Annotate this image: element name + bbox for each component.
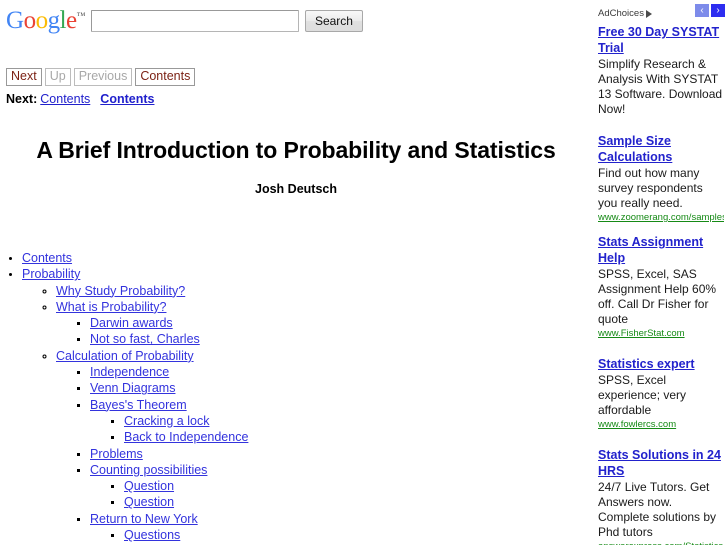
list-item: Not so fast, Charles: [90, 331, 592, 347]
toc-link-counting-possibilities[interactable]: Counting possibilities: [90, 463, 207, 477]
ad-title-link[interactable]: Stats Solutions in 24 HRS: [598, 447, 724, 479]
list-item: Questions: [124, 527, 592, 543]
toc-link-bayes-theorem[interactable]: Bayes's Theorem: [90, 398, 187, 412]
nav-button-previous: Previous: [73, 68, 133, 86]
toc-link-cracking-a-lock[interactable]: Cracking a lock: [124, 414, 209, 428]
toc-link-what-is-probability[interactable]: What is Probability?: [56, 300, 166, 314]
toc-link-question-2[interactable]: Question: [124, 495, 174, 509]
ad-item: Free 30 Day SYSTAT Trial Simplify Resear…: [598, 24, 724, 117]
toc-list-level1: Contents Probability Why Study Probabili…: [0, 250, 592, 545]
ad-description: Find out how many survey respondents you…: [598, 166, 703, 210]
ad-url-link[interactable]: answerexpress.com/Statistics…: [598, 541, 724, 545]
adchoices-triangle-icon: [645, 9, 652, 18]
search-input[interactable]: [90, 9, 299, 32]
logo-letter-g1: G: [6, 7, 24, 34]
toc-link-not-so-fast-charles[interactable]: Not so fast, Charles: [90, 332, 200, 346]
chevron-left-icon[interactable]: ‹: [695, 4, 709, 17]
nav-button-next[interactable]: Next: [6, 68, 42, 86]
logo-letter-o2: o: [35, 7, 49, 34]
ad-sidebar: AdChoices ‹ › Free 30 Day SYSTAT Trial S…: [592, 0, 727, 545]
toc-link-probability[interactable]: Probability: [22, 267, 80, 281]
toc-link-return-to-new-york[interactable]: Return to New York: [90, 512, 198, 526]
nav-next-link[interactable]: Contents: [40, 92, 90, 106]
toc-link-calculation-of-probability[interactable]: Calculation of Probability: [56, 349, 194, 363]
list-item: Return to New York Questions: [90, 511, 592, 544]
list-item: Back to Independence: [124, 429, 592, 445]
list-item: Probability Why Study Probability? What …: [22, 266, 592, 545]
toc-link-venn-diagrams[interactable]: Venn Diagrams: [90, 381, 175, 395]
toc-list-level4: Questions: [90, 527, 592, 543]
list-item: Venn Diagrams: [90, 380, 592, 396]
ad-description: SPSS, Excel experience; very affordable: [598, 373, 687, 417]
list-item: Calculation of Probability Independence …: [56, 348, 592, 545]
toc-link-problems[interactable]: Problems: [90, 447, 143, 461]
adchoices-label: AdChoices: [598, 8, 644, 19]
nav-contents-link[interactable]: Contents: [100, 92, 154, 106]
list-item: Problems: [90, 446, 592, 462]
list-item: Independence: [90, 364, 592, 380]
toc-list-level4: Cracking a lock Back to Independence: [90, 413, 592, 446]
ad-url-link[interactable]: www.zoomerang.com/samplesi…: [598, 212, 724, 224]
chevron-right-icon[interactable]: ›: [711, 4, 725, 17]
toc-link-contents[interactable]: Contents: [22, 251, 72, 265]
ad-header: AdChoices ‹ ›: [598, 4, 727, 22]
nav-breadcrumb-line: Next: Contents Contents: [6, 92, 154, 106]
list-item: Question: [124, 478, 592, 494]
toc-list-level4: Question Question: [90, 478, 592, 511]
main-content-column: Google™ Search Next Up Previous Contents…: [0, 0, 592, 545]
toc-list-level3: Independence Venn Diagrams Bayes's Theor…: [56, 364, 592, 545]
ad-carousel-arrows: ‹ ›: [695, 4, 725, 17]
ad-description: Simplify Research & Analysis With SYSTAT…: [598, 57, 723, 116]
ad-description: SPSS, Excel, SAS Assignment Help 60% off…: [598, 267, 717, 326]
ad-description: 24/7 Live Tutors. Get Answers now. Compl…: [598, 480, 717, 539]
list-item: Why Study Probability?: [56, 283, 592, 299]
toc-link-darwin-awards[interactable]: Darwin awards: [90, 316, 173, 330]
toc-link-independence[interactable]: Independence: [90, 365, 169, 379]
toc-list-level2: Why Study Probability? What is Probabili…: [22, 283, 592, 545]
list-item: Contents: [22, 250, 592, 266]
ad-url-link[interactable]: www.FisherStat.com: [598, 328, 724, 340]
ad-item: Stats Solutions in 24 HRS 24/7 Live Tuto…: [598, 447, 724, 545]
ad-title-link[interactable]: Stats Assignment Help: [598, 234, 724, 266]
list-item: Cracking a lock: [124, 413, 592, 429]
logo-letter-e: e: [66, 7, 77, 34]
google-search-bar: Google™ Search: [6, 8, 363, 33]
ad-item: Stats Assignment Help SPSS, Excel, SAS A…: [598, 234, 724, 340]
nav-button-contents[interactable]: Contents: [135, 68, 196, 86]
list-item: What is Probability? Darwin awards Not s…: [56, 299, 592, 348]
list-item: Bayes's Theorem Cracking a lock Back to …: [90, 397, 592, 446]
list-item: Darwin awards: [90, 315, 592, 331]
logo-letter-g2: g: [47, 7, 61, 34]
list-item: Counting possibilities Question Question: [90, 462, 592, 511]
logo-letter-o1: o: [23, 7, 37, 34]
toc-link-why-study-probability[interactable]: Why Study Probability?: [56, 284, 185, 298]
search-button[interactable]: Search: [304, 9, 363, 32]
ad-title-link[interactable]: Free 30 Day SYSTAT Trial: [598, 24, 724, 56]
page-title: A Brief Introduction to Probability and …: [36, 137, 556, 163]
toc-link-questions[interactable]: Questions: [124, 528, 180, 542]
adchoices-control[interactable]: AdChoices: [598, 8, 652, 19]
ad-item: Sample Size Calculations Find out how ma…: [598, 133, 724, 224]
nav-next-label: Next:: [6, 92, 38, 106]
ad-title-link[interactable]: Statistics expert: [598, 356, 724, 372]
ad-title-link[interactable]: Sample Size Calculations: [598, 133, 724, 165]
ad-url-link[interactable]: www.fowlercs.com: [598, 419, 724, 431]
table-of-contents: Contents Probability Why Study Probabili…: [0, 250, 592, 545]
trademark-symbol: ™: [76, 10, 86, 21]
toc-list-level3: Darwin awards Not so fast, Charles: [56, 315, 592, 348]
page-root: Google™ Search Next Up Previous Contents…: [0, 0, 727, 545]
document-author: Josh Deutsch: [255, 182, 337, 196]
toc-link-question-1[interactable]: Question: [124, 479, 174, 493]
nav-button-up: Up: [44, 68, 71, 86]
toc-link-back-to-independence[interactable]: Back to Independence: [124, 430, 248, 444]
ad-item: Statistics expert SPSS, Excel experience…: [598, 356, 724, 431]
google-logo: Google™: [6, 8, 85, 33]
list-item: Question: [124, 494, 592, 510]
doc-navigation-buttons: Next Up Previous Contents: [6, 68, 196, 86]
